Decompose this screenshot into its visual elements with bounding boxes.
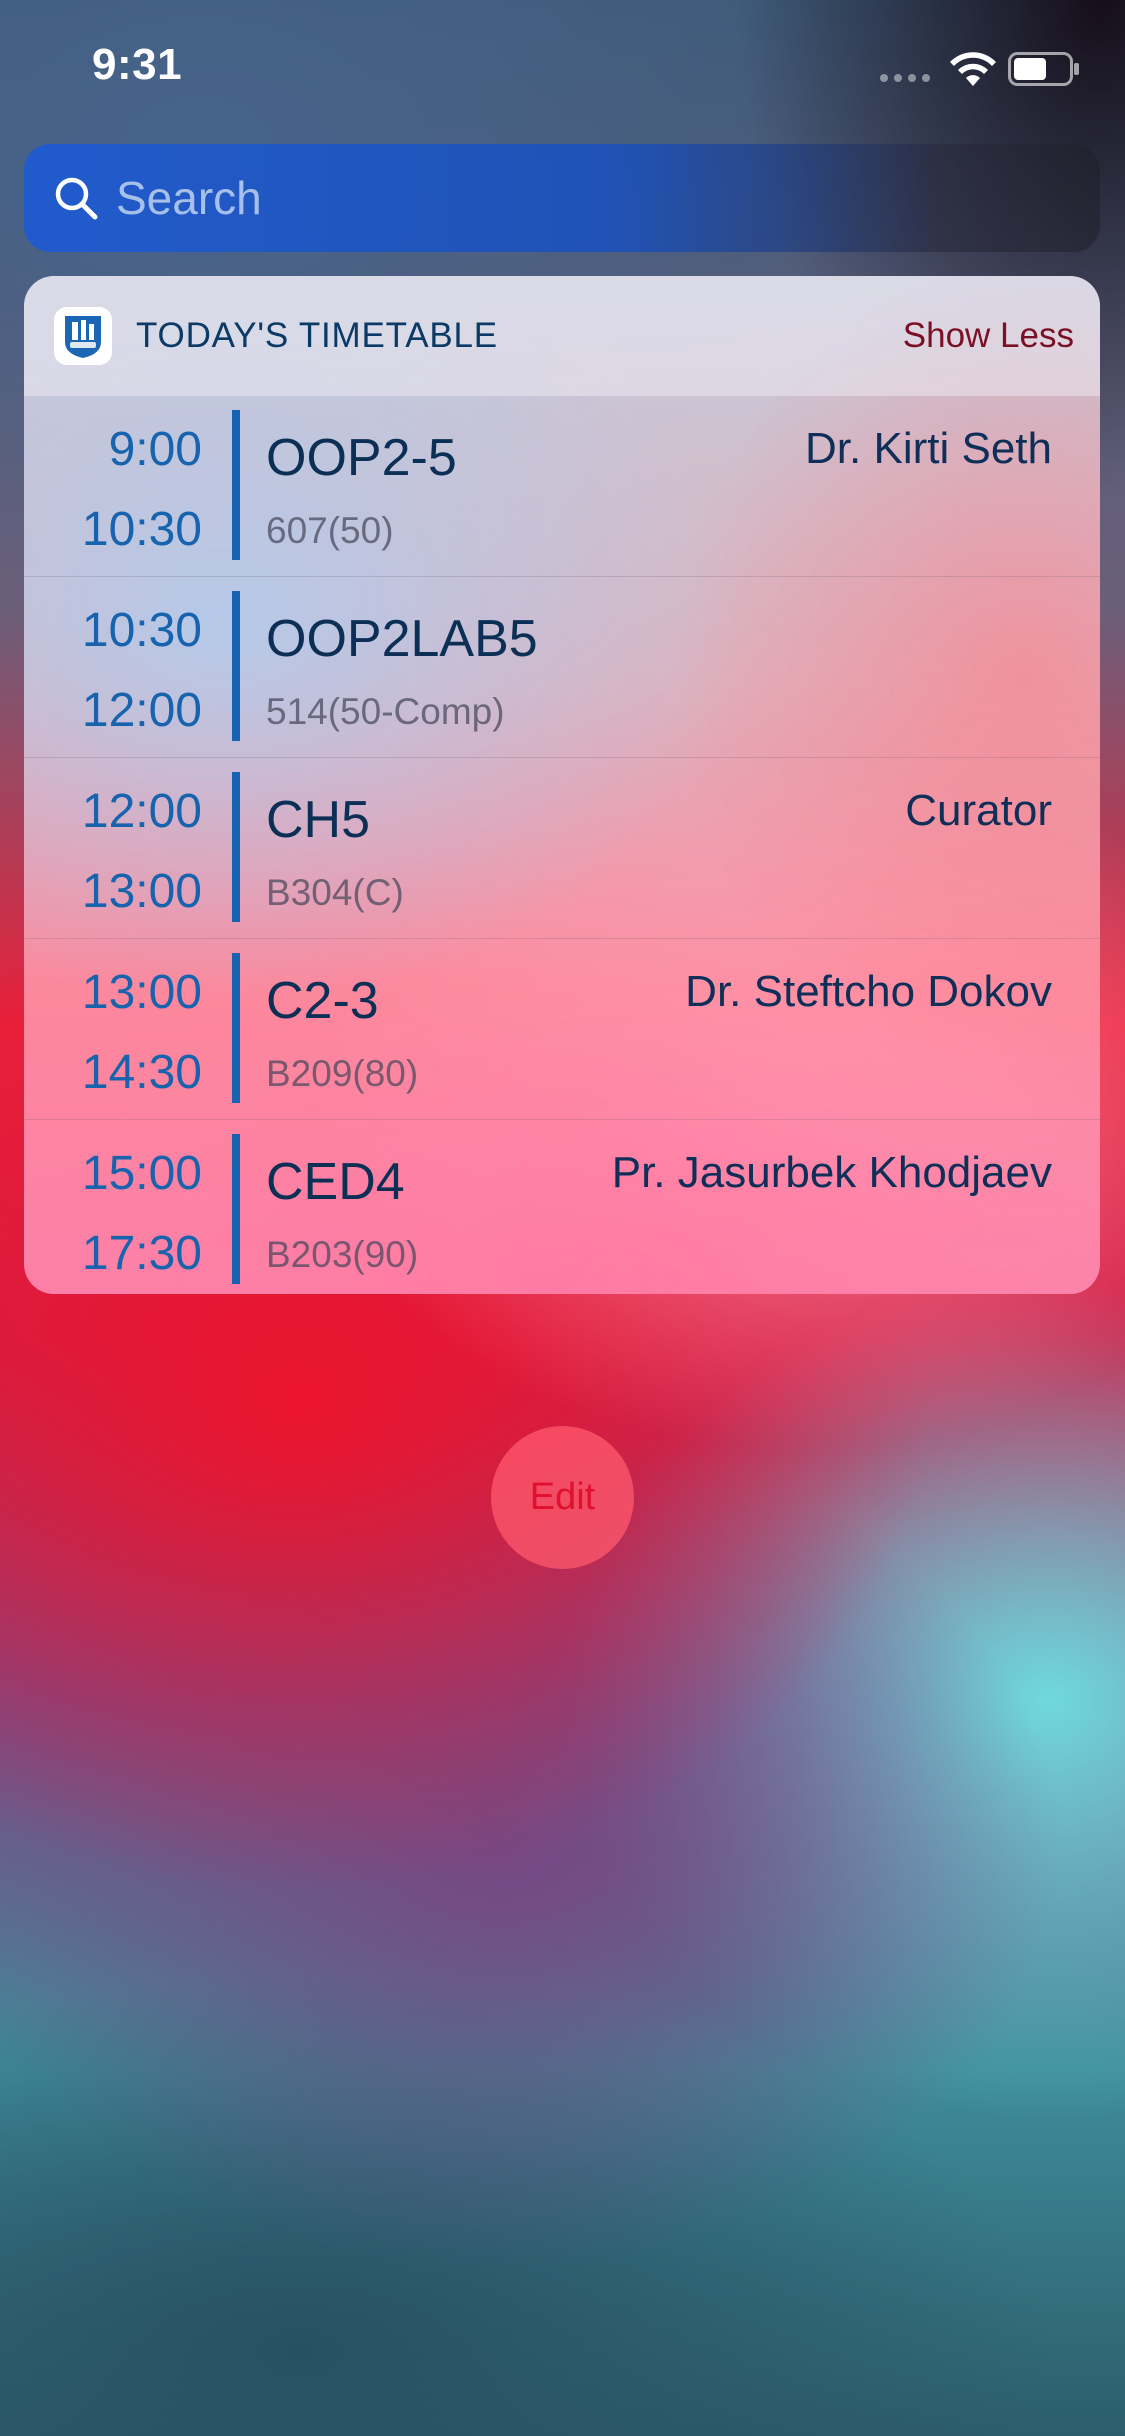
course-code: CH5 (266, 791, 371, 849)
start-time: 15:00 (81, 1147, 202, 1200)
room-label: B203(90) (266, 1234, 419, 1275)
timetable-row[interactable]: 15:00 17:30 CED4 B203(90) Pr. Jasurbek K… (24, 1119, 1100, 1294)
start-time: 9:00 (108, 423, 202, 476)
start-time: 12:00 (81, 785, 202, 838)
university-shield-icon (54, 307, 112, 365)
teacher-name: Curator (905, 786, 1052, 835)
course-code: CED4 (266, 1153, 405, 1211)
start-time: 13:00 (81, 966, 202, 1019)
timetable-row[interactable]: 9:00 10:30 OOP2-5 607(50) Dr. Kirti Seth (24, 396, 1100, 576)
wifi-icon (950, 52, 996, 86)
signal-dots-icon (880, 74, 930, 82)
status-time: 9:31 (92, 40, 183, 89)
end-time: 17:30 (81, 1227, 202, 1280)
end-time: 12:00 (81, 684, 202, 737)
end-time: 13:00 (81, 865, 202, 918)
status-bar: 9:31 (0, 0, 1125, 135)
timetable-widget[interactable]: TODAY'S TIMETABLE Show Less 9:00 10:30 O… (24, 276, 1100, 1294)
magnifier-icon (55, 177, 98, 220)
widget-header: TODAY'S TIMETABLE Show Less (24, 276, 1100, 396)
teacher-name: Dr. Kirti Seth (805, 424, 1052, 473)
room-label: 607(50) (266, 510, 394, 551)
room-label: 514(50-Comp) (266, 691, 505, 732)
timetable-row[interactable]: 12:00 13:00 CH5 B304(C) Curator (24, 757, 1100, 938)
start-time: 10:30 (81, 604, 202, 657)
battery-icon (1008, 52, 1079, 86)
teacher-name: Dr. Steftcho Dokov (685, 967, 1052, 1016)
timetable-row[interactable]: 10:30 12:00 OOP2LAB5 514(50-Comp) (24, 576, 1100, 757)
course-code: C2-3 (266, 972, 379, 1030)
room-label: B209(80) (266, 1053, 419, 1094)
accent-bar (232, 591, 240, 741)
search-field[interactable]: Search (24, 144, 1100, 252)
search-placeholder: Search (116, 172, 262, 224)
edit-button[interactable]: Edit (491, 1426, 634, 1569)
course-code: OOP2LAB5 (266, 610, 538, 668)
accent-bar (232, 1134, 240, 1284)
room-label: B304(C) (266, 872, 404, 913)
timetable-row[interactable]: 13:00 14:30 C2-3 B209(80) Dr. Steftcho D… (24, 938, 1100, 1119)
end-time: 14:30 (81, 1046, 202, 1099)
widget-title: TODAY'S TIMETABLE (136, 316, 498, 355)
accent-bar (232, 772, 240, 922)
show-less-button[interactable]: Show Less (903, 316, 1074, 356)
accent-bar (232, 410, 240, 560)
teacher-name: Pr. Jasurbek Khodjaev (611, 1148, 1052, 1197)
course-code: OOP2-5 (266, 429, 457, 487)
timetable-list: 9:00 10:30 OOP2-5 607(50) Dr. Kirti Seth… (24, 396, 1100, 1294)
accent-bar (232, 953, 240, 1103)
end-time: 10:30 (81, 503, 202, 556)
